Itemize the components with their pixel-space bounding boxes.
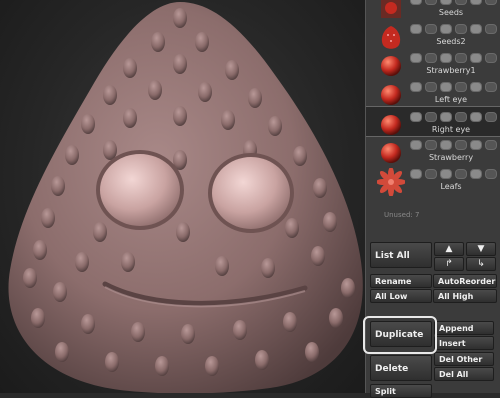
canvas-viewport[interactable]: [0, 0, 365, 393]
seed-bump: [33, 240, 47, 260]
seed-bump: [205, 356, 219, 376]
subtool-item[interactable]: Left eye: [366, 77, 500, 106]
seed-bump: [195, 32, 209, 52]
split-button[interactable]: Split: [370, 384, 432, 398]
subtool-label: Strawberry1: [426, 66, 476, 75]
del-all-button[interactable]: Del All: [434, 367, 494, 381]
seed-bump: [248, 88, 262, 108]
seed-bump: [255, 350, 269, 370]
subtool-item[interactable]: Seeds2: [366, 19, 500, 51]
seed-bump: [181, 324, 195, 344]
seed-bump: [131, 322, 145, 342]
all-low-button[interactable]: All Low: [370, 289, 432, 303]
seed-bump: [221, 110, 235, 130]
move-up-icon[interactable]: ▲: [434, 242, 464, 256]
strawberry-thumbnail: [377, 23, 405, 51]
seed-bump: [293, 146, 307, 166]
seed-bump: [75, 252, 89, 272]
seed-bump: [51, 176, 65, 196]
red-sphere-thumbnail: [377, 139, 405, 167]
subtool-label: Strawberry: [428, 153, 474, 162]
subtool-visibility-toggles[interactable]: [410, 168, 498, 179]
seed-bump: [225, 60, 239, 80]
subtool-visibility-toggles[interactable]: [410, 0, 498, 5]
red-sphere-thumbnail: [377, 81, 405, 109]
del-other-button[interactable]: Del Other: [434, 352, 494, 366]
list-all-button[interactable]: List All: [370, 242, 432, 268]
subtool-label: Seeds2: [436, 37, 466, 46]
seed-bump: [53, 282, 67, 302]
subtool-label: Leafs: [440, 182, 462, 191]
seed-bump: [268, 116, 282, 136]
seed-bump: [123, 58, 137, 78]
seed-bump: [65, 145, 79, 165]
seed-bump: [173, 8, 187, 28]
seed-bump: [329, 308, 343, 328]
arrow-down-right-icon[interactable]: ↳: [466, 257, 496, 271]
seed-bump: [313, 178, 327, 198]
seed-bump: [176, 222, 190, 242]
subtool-label: Right eye: [431, 125, 471, 134]
auto-reorder-button[interactable]: AutoReorder: [433, 274, 497, 288]
seed-bump: [261, 258, 275, 278]
seed-bump: [41, 208, 55, 228]
subtool-visibility-toggles[interactable]: [410, 23, 498, 34]
seed-bump: [93, 222, 107, 242]
seed-bump: [173, 54, 187, 74]
seed-bump: [81, 114, 95, 134]
subtool-visibility-toggles[interactable]: [410, 52, 498, 63]
all-high-button[interactable]: All High: [433, 289, 497, 303]
seed-bump: [283, 312, 297, 332]
seed-bump: [173, 106, 187, 126]
seed-bump: [341, 278, 355, 298]
seed-bump: [31, 308, 45, 328]
insert-button[interactable]: Insert: [434, 336, 494, 350]
seed-bump: [285, 218, 299, 238]
seed-bump: [148, 80, 162, 100]
append-button[interactable]: Append: [434, 321, 494, 335]
subtool-item[interactable]: Leafs: [366, 164, 500, 197]
move-down-icon[interactable]: ▼: [466, 242, 496, 256]
seed-bump: [323, 212, 337, 232]
seed-bump: [121, 252, 135, 272]
subtool-visibility-toggles[interactable]: [410, 81, 498, 92]
seed-bump: [151, 32, 165, 52]
subtool-item[interactable]: Right eye: [366, 106, 500, 137]
seed-bump: [23, 268, 37, 288]
red-sphere-thumbnail: [377, 52, 405, 80]
seed-bump: [103, 140, 117, 160]
seed-bump: [105, 352, 119, 372]
seed-bump: [155, 356, 169, 376]
subtool-visibility-toggles[interactable]: [410, 111, 498, 122]
seed-bump: [305, 342, 319, 362]
seed-bump: [81, 314, 95, 334]
seed-bump: [198, 82, 212, 102]
strawberry-model: [8, 2, 363, 393]
arrow-up-right-icon[interactable]: ↱: [434, 257, 464, 271]
leaf-star-thumbnail: [376, 167, 406, 197]
seed-bump: [215, 256, 229, 276]
subtool-label: Left eye: [434, 95, 468, 104]
subtool-visibility-toggles[interactable]: [410, 139, 498, 150]
subtool-item[interactable]: Strawberry: [366, 135, 500, 164]
subtool-label: Seeds: [438, 8, 464, 17]
unused-count: Unused: 7: [384, 211, 420, 219]
duplicate-highlight-outline: [363, 316, 437, 354]
subtool-item[interactable]: Strawberry1: [366, 48, 500, 77]
seed-bump: [311, 246, 325, 266]
seed-bump: [103, 85, 117, 105]
rename-button[interactable]: Rename: [370, 274, 432, 288]
seed-bump: [55, 342, 69, 362]
subtool-item[interactable]: Seeds: [366, 0, 500, 19]
delete-button[interactable]: Delete: [370, 355, 432, 381]
seed-bump: [123, 108, 137, 128]
seed-bump: [233, 320, 247, 340]
